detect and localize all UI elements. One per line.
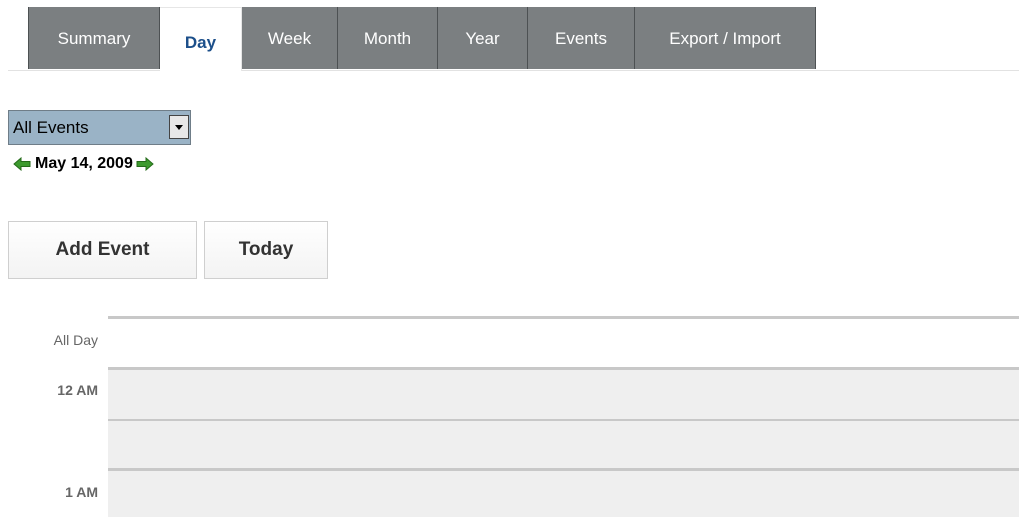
add-event-button[interactable]: Add Event bbox=[8, 221, 197, 279]
tab-events-label: Events bbox=[555, 29, 607, 48]
tab-export-import-label: Export / Import bbox=[669, 29, 781, 48]
event-filter-value: All Events bbox=[13, 118, 89, 137]
tab-year[interactable]: Year bbox=[438, 7, 528, 69]
event-filter-select[interactable]: All Events bbox=[8, 110, 191, 145]
date-navigation: May 14, 2009 bbox=[13, 153, 154, 175]
all-day-label: All Day bbox=[53, 332, 98, 348]
next-day-arrow-icon[interactable] bbox=[136, 157, 154, 171]
tab-events[interactable]: Events bbox=[528, 7, 635, 69]
tab-day[interactable]: Day bbox=[160, 7, 242, 71]
tab-month-label: Month bbox=[363, 29, 412, 48]
time-slot-12am-a[interactable] bbox=[108, 370, 1019, 419]
grid-top-border bbox=[108, 316, 1019, 319]
previous-day-arrow-icon[interactable] bbox=[13, 157, 31, 171]
current-date: May 14, 2009 bbox=[35, 155, 133, 172]
tab-week-label: Week bbox=[267, 29, 312, 48]
day-calendar-grid: All Day 12 AM 1 AM bbox=[54, 316, 1019, 517]
today-button[interactable]: Today bbox=[204, 221, 328, 279]
hour-label-12am: 12 AM bbox=[57, 382, 98, 398]
tab-summary-label: Summary bbox=[57, 29, 131, 48]
tab-export-import[interactable]: Export / Import bbox=[635, 7, 816, 69]
tab-week[interactable]: Week bbox=[242, 7, 338, 69]
tab-summary[interactable]: Summary bbox=[28, 7, 160, 69]
tab-day-label: Day bbox=[184, 33, 217, 52]
tab-year-label: Year bbox=[465, 29, 500, 48]
chevron-down-icon[interactable] bbox=[169, 115, 189, 139]
time-slot-1am-a[interactable] bbox=[108, 471, 1019, 517]
hour-label-1am: 1 AM bbox=[65, 484, 98, 500]
tab-bar: Summary Day Week Month Year Events Expor… bbox=[8, 0, 1019, 71]
time-slot-12am-b[interactable] bbox=[108, 421, 1019, 468]
tab-month[interactable]: Month bbox=[338, 7, 438, 69]
